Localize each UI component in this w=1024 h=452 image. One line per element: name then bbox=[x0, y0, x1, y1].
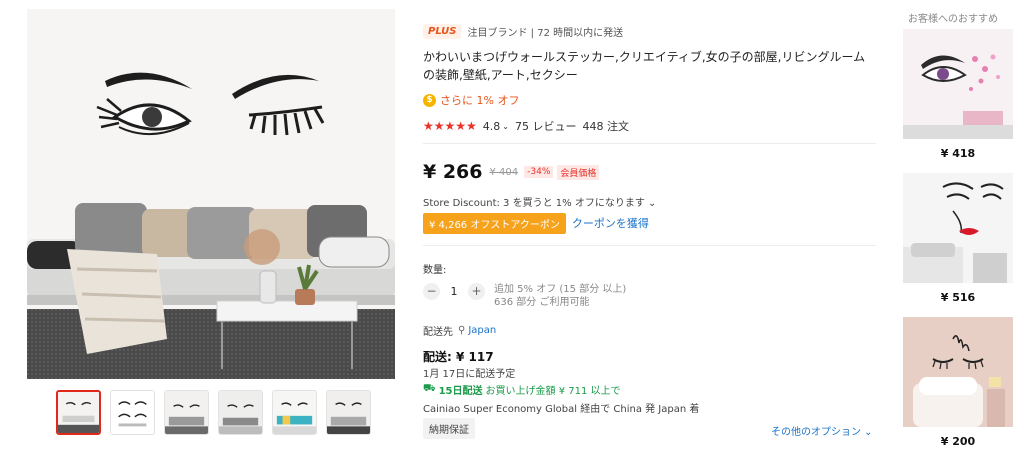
rating-score[interactable]: 4.8 bbox=[483, 120, 501, 133]
shipping-price: 配送: ¥ 117 bbox=[423, 350, 494, 364]
brand-line: PLUS 注目ブランド | 72 時間以内に発送 bbox=[423, 20, 883, 42]
store-coupon[interactable]: ¥ 4,266 オフストアクーポン bbox=[423, 212, 566, 234]
quantity-label: 数量: bbox=[423, 265, 447, 276]
free-shipping-days: 15日配送 bbox=[438, 385, 483, 397]
recommendation-price: ¥ 200 bbox=[940, 435, 976, 448]
recommendations-title: お客様へのおすすめ bbox=[908, 14, 998, 25]
ship-to-label: 配送先 bbox=[423, 326, 453, 338]
truck-icon: ⛟ bbox=[423, 382, 436, 394]
quantity-stepper: − 1 + 追加 5% オフ (15 部分 以上) 636 部分 ご利用可能 bbox=[423, 283, 626, 309]
recommendation-image bbox=[903, 173, 1013, 283]
recommendation-card[interactable]: ¥ 418 bbox=[903, 29, 1013, 160]
decrease-button[interactable]: − bbox=[423, 283, 440, 300]
recommendation-card[interactable]: ¥ 516 bbox=[903, 173, 1013, 304]
extra-discount-text: さらに 1% オフ bbox=[440, 94, 520, 107]
recommendation-price: ¥ 418 bbox=[940, 147, 976, 160]
increase-button[interactable]: + bbox=[468, 283, 485, 300]
recommendation-price: ¥ 516 bbox=[940, 291, 976, 304]
extra-discount[interactable]: $ さらに 1% オフ bbox=[423, 92, 883, 108]
rating-line: ★★★★★ 4.8 ⌄ 75 レビュー 448 注文 bbox=[423, 118, 883, 134]
order-count: 448 注文 bbox=[582, 120, 630, 133]
ship-to: 配送先 ⚲ Japan bbox=[423, 323, 496, 338]
coin-icon: $ bbox=[423, 93, 436, 107]
store-discount[interactable]: Store Discount: 3 を買うと 1% オフになります ⌄ bbox=[423, 194, 656, 209]
quantity-value[interactable]: 1 bbox=[440, 283, 468, 300]
thumbnail-5[interactable] bbox=[272, 390, 317, 435]
stock-note: 636 部分 ご利用可能 bbox=[494, 297, 590, 308]
divider bbox=[423, 143, 876, 144]
get-coupon-link[interactable]: クーポンを獲得 bbox=[572, 215, 649, 231]
price-row: ¥ 266 ¥ 404 -34% 会員価格 bbox=[423, 160, 600, 184]
product-title: かわいいまつげウォールステッカー,クリエイティブ,女の子の部屋,リビングルームの… bbox=[423, 50, 866, 82]
delivery-guarantee-badge: 納期保証 bbox=[423, 418, 475, 439]
current-price: ¥ 266 bbox=[423, 161, 483, 183]
thumbnail-6[interactable] bbox=[326, 390, 371, 435]
thumbnail-3[interactable] bbox=[164, 390, 209, 435]
coupon-row: ¥ 4,266 オフストアクーポン クーポンを獲得 bbox=[423, 212, 649, 234]
divider bbox=[423, 245, 876, 246]
main-product-image[interactable] bbox=[27, 9, 395, 379]
thumbnail-2[interactable] bbox=[110, 390, 155, 435]
thumbnail-strip bbox=[56, 390, 371, 435]
recommendation-image bbox=[903, 29, 1013, 139]
rating-stars: ★★★★★ bbox=[423, 119, 477, 133]
carrier-info: Cainiao Super Economy Global 経由で China 発… bbox=[423, 404, 700, 415]
bulk-discount-note: 追加 5% オフ (15 部分 以上) bbox=[494, 284, 627, 295]
discount-badge: -34% bbox=[524, 166, 554, 178]
thumbnail-1[interactable] bbox=[56, 390, 101, 435]
recommendations: お客様へのおすすめ ¥ 418 ¥ 516 ¥ 200 bbox=[903, 0, 1015, 448]
chevron-down-icon: ⌄ bbox=[502, 121, 509, 131]
review-count[interactable]: 75 レビュー bbox=[515, 118, 577, 134]
recommendation-card[interactable]: ¥ 200 bbox=[903, 317, 1013, 448]
free-shipping-note: ⛟ 15日配送 お買い上げ金額 ¥ 711 以上で bbox=[423, 382, 621, 397]
plus-badge: PLUS bbox=[423, 23, 462, 39]
brand-text: 注目ブランド | 72 時間以内に発送 bbox=[467, 27, 624, 39]
recommendation-image bbox=[903, 317, 1013, 427]
original-price: ¥ 404 bbox=[489, 166, 519, 178]
delivery-date: 1月 17日に配送予定 bbox=[423, 369, 516, 380]
ship-country[interactable]: Japan bbox=[468, 325, 496, 336]
free-shipping-text: お買い上げ金額 ¥ 711 以上で bbox=[485, 385, 621, 397]
thumbnail-4[interactable] bbox=[218, 390, 263, 435]
product-info: PLUS 注目ブランド | 72 時間以内に発送 かわいいまつげウォールステッカ… bbox=[423, 20, 883, 439]
more-options-link[interactable]: その他のオプション ⌄ bbox=[771, 423, 873, 438]
member-price-badge: 会員価格 bbox=[557, 164, 600, 180]
quantity-note: 追加 5% オフ (15 部分 以上) 636 部分 ご利用可能 bbox=[494, 283, 626, 309]
location-pin-icon: ⚲ bbox=[458, 324, 466, 336]
